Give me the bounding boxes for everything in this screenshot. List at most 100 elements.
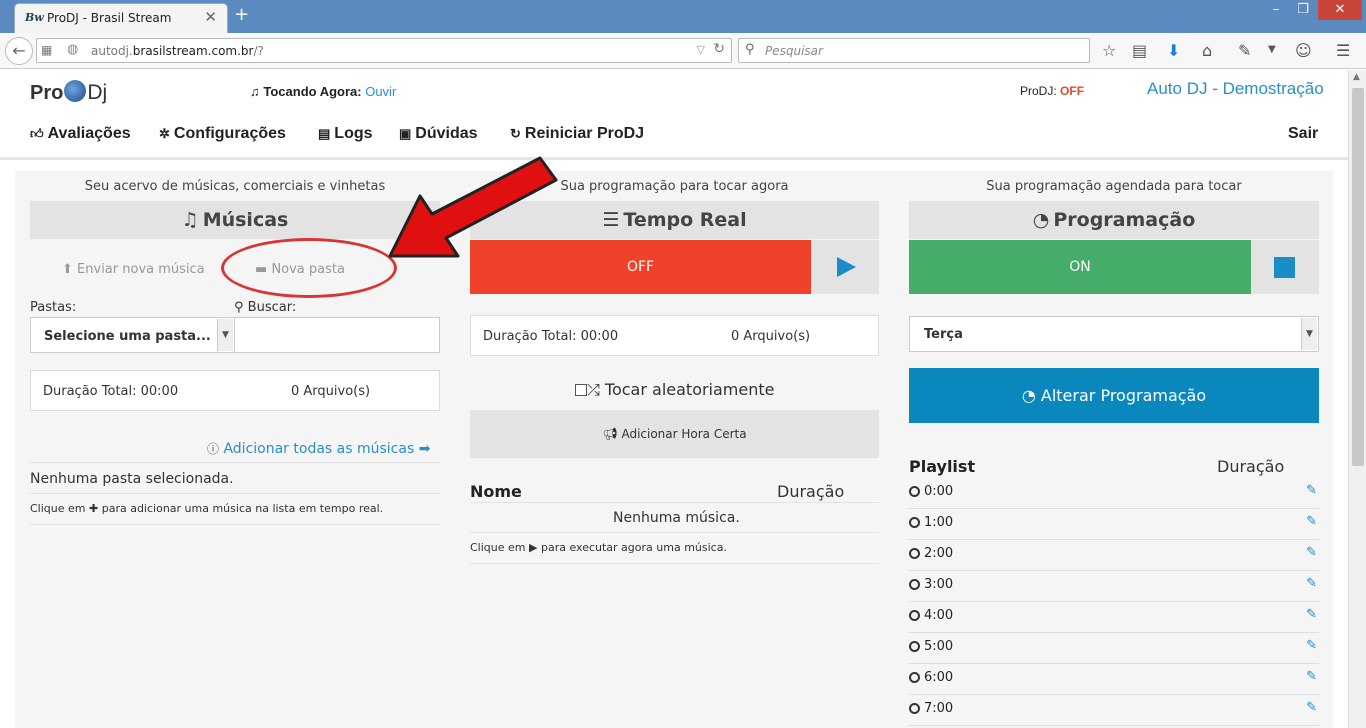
- refresh-icon: ↻: [510, 126, 521, 141]
- globe-icon: ◍: [67, 42, 79, 57]
- site-logo[interactable]: Pro Dj: [30, 80, 107, 105]
- browser-titlebar: Bw ProDJ - Brasil Stream ✕ + – ❐ ✕: [0, 0, 1366, 33]
- window-close-icon[interactable]: ✕: [1318, 0, 1362, 20]
- shuffle-checkbox[interactable]: [575, 384, 587, 396]
- playlist-row[interactable]: 6:00 ✎: [909, 664, 1319, 695]
- chevron-down-icon[interactable]: ▼: [1301, 318, 1317, 350]
- day-select[interactable]: Terça ▼: [909, 316, 1319, 352]
- url-prefix: autodj.: [91, 44, 133, 58]
- pencil-edit-icon[interactable]: ✎: [1306, 607, 1317, 622]
- musicas-duration-total: Duração Total: 00:00: [43, 384, 179, 399]
- search-bar[interactable]: ⚲ Pesquisar: [738, 38, 1090, 63]
- menu-hamburger-icon[interactable]: ☰: [1336, 41, 1350, 60]
- menu-configuracoes[interactable]: ✲ Configurações: [159, 125, 286, 143]
- browser-tab[interactable]: Bw ProDJ - Brasil Stream ✕: [14, 3, 228, 33]
- listen-link[interactable]: Ouvir: [365, 84, 396, 99]
- playlist-row[interactable]: 3:00 ✎: [909, 571, 1319, 602]
- musicas-hint: Clique em ✚ para adicionar uma música na…: [30, 502, 383, 515]
- document-icon: ▤: [318, 126, 331, 141]
- shuffle-label: Tocar aleatoriamente: [604, 380, 775, 399]
- programacao-toggle-button[interactable]: ON: [909, 240, 1251, 294]
- playlist-row[interactable]: 7:00 ✎: [909, 695, 1319, 726]
- musicas-header: ♫ Músicas: [30, 201, 440, 239]
- url-text[interactable]: autodj.brasilstream.com.br/?: [91, 44, 264, 58]
- new-tab-icon[interactable]: +: [234, 4, 249, 25]
- upload-music-button[interactable]: ⬆ Enviar nova música: [62, 262, 205, 277]
- pencil-edit-icon[interactable]: ✎: [1306, 700, 1317, 715]
- chevron-down-icon[interactable]: ▼: [217, 319, 233, 351]
- download-icon[interactable]: ⬇: [1167, 41, 1180, 60]
- scroll-up-icon[interactable]: ▲: [1353, 72, 1360, 82]
- pencil-edit-icon[interactable]: ✎: [1306, 576, 1317, 591]
- folder-select-value: Selecione uma pasta...: [44, 329, 211, 344]
- home-icon[interactable]: ⌂: [1202, 41, 1212, 60]
- extension-icon[interactable]: ✎: [1238, 41, 1251, 60]
- divider: [470, 532, 879, 533]
- folders-label: Pastas:: [30, 300, 77, 315]
- folder-select[interactable]: Selecione uma pasta... ▼: [30, 317, 235, 353]
- stop-icon: [1274, 257, 1295, 278]
- pencil-edit-icon[interactable]: ✎: [1306, 669, 1317, 684]
- url-dropdown-icon[interactable]: ▽: [697, 43, 705, 56]
- shuffle-option[interactable]: ⤮ Tocar aleatoriamente: [575, 380, 775, 400]
- pencil-edit-icon[interactable]: ✎: [1306, 514, 1317, 529]
- pencil-edit-icon[interactable]: ✎: [1306, 483, 1317, 498]
- playlist-duration-header: Duração: [1217, 457, 1285, 476]
- url-bar[interactable]: ▦ ◍ autodj.brasilstream.com.br/? ▽ ↻: [36, 38, 732, 63]
- playlist-time: 2:00: [924, 546, 954, 561]
- playlist-row[interactable]: 0:00 ✎: [909, 478, 1319, 509]
- playlist-row[interactable]: 5:00 ✎: [909, 633, 1319, 664]
- alter-programacao-button[interactable]: ◔ Alterar Programação: [909, 368, 1319, 423]
- menu-sair[interactable]: Sair: [1288, 125, 1318, 143]
- header-divider: [0, 157, 1348, 160]
- musicas-stats: Duração Total: 00:00 0 Arquivo(s): [30, 370, 440, 411]
- maximize-icon[interactable]: ❐: [1290, 0, 1316, 20]
- play-icon: [837, 257, 856, 277]
- menu-duvidas[interactable]: ▣ Dúvidas: [399, 125, 478, 143]
- add-all-music-link[interactable]: ⓘ Adicionar todas as músicas ➡: [207, 440, 430, 457]
- add-hora-certa-button[interactable]: 📢︎ Adicionar Hora Certa: [470, 410, 879, 458]
- tab-grid-icon[interactable]: ▦: [41, 43, 52, 57]
- info-icon: ⓘ: [207, 442, 220, 456]
- music-search-input[interactable]: [234, 317, 440, 353]
- minimize-icon[interactable]: –: [1263, 0, 1289, 20]
- menu-avaliacoes[interactable]: 👍︎ Avaliações: [30, 125, 131, 143]
- playlist-row[interactable]: 2:00 ✎: [909, 540, 1319, 571]
- clock-icon: [909, 486, 920, 497]
- musicas-file-count: 0 Arquivo(s): [291, 384, 371, 399]
- browser-navbar: ← ▦ ◍ autodj.brasilstream.com.br/? ▽ ↻ ⚲…: [0, 33, 1366, 69]
- divider: [470, 563, 879, 564]
- reload-icon[interactable]: ↻: [713, 41, 725, 57]
- tab-title: ProDJ - Brasil Stream: [47, 11, 172, 25]
- tab-close-icon[interactable]: ✕: [204, 8, 217, 26]
- logo-pro: Pro: [30, 82, 64, 104]
- pencil-edit-icon[interactable]: ✎: [1306, 545, 1317, 560]
- tempo-real-stats: Duração Total: 00:00 0 Arquivo(s): [470, 315, 879, 356]
- page-scrollbar[interactable]: ▲: [1348, 70, 1366, 728]
- smiley-icon[interactable]: ☺: [1295, 41, 1312, 60]
- playlist-row[interactable]: 4:00 ✎: [909, 602, 1319, 633]
- extension-dropdown-icon[interactable]: ▼: [1268, 44, 1276, 55]
- hint-post: para executar agora uma música.: [540, 541, 727, 554]
- add-all-label: Adicionar todas as músicas: [223, 441, 415, 457]
- bookmark-star-icon[interactable]: ☆: [1102, 41, 1116, 60]
- annotation-arrow: [388, 156, 558, 258]
- status-badge: OFF: [1060, 84, 1085, 98]
- play-button[interactable]: [811, 240, 879, 294]
- music-note-icon: ♫: [181, 209, 199, 231]
- back-icon[interactable]: ←: [5, 37, 33, 65]
- reading-list-icon[interactable]: ▤: [1132, 41, 1147, 60]
- menu-reiniciar[interactable]: ↻ Reiniciar ProDJ: [510, 125, 644, 143]
- list-icon: ☰: [602, 209, 620, 231]
- stop-button[interactable]: [1251, 240, 1319, 294]
- menu-logs[interactable]: ▤ Logs: [318, 125, 373, 143]
- menu-duvidas-label: Dúvidas: [415, 125, 478, 142]
- upload-icon: ⬆: [62, 262, 73, 277]
- programacao-title: Programação: [1053, 209, 1196, 231]
- playlist-row[interactable]: 1:00 ✎: [909, 509, 1319, 540]
- scroll-thumb[interactable]: [1352, 88, 1364, 466]
- search-label-text: Buscar:: [247, 300, 297, 315]
- no-music-text: Nenhuma música.: [613, 510, 740, 526]
- pencil-edit-icon[interactable]: ✎: [1306, 638, 1317, 653]
- upload-music-label: Enviar nova música: [77, 262, 205, 277]
